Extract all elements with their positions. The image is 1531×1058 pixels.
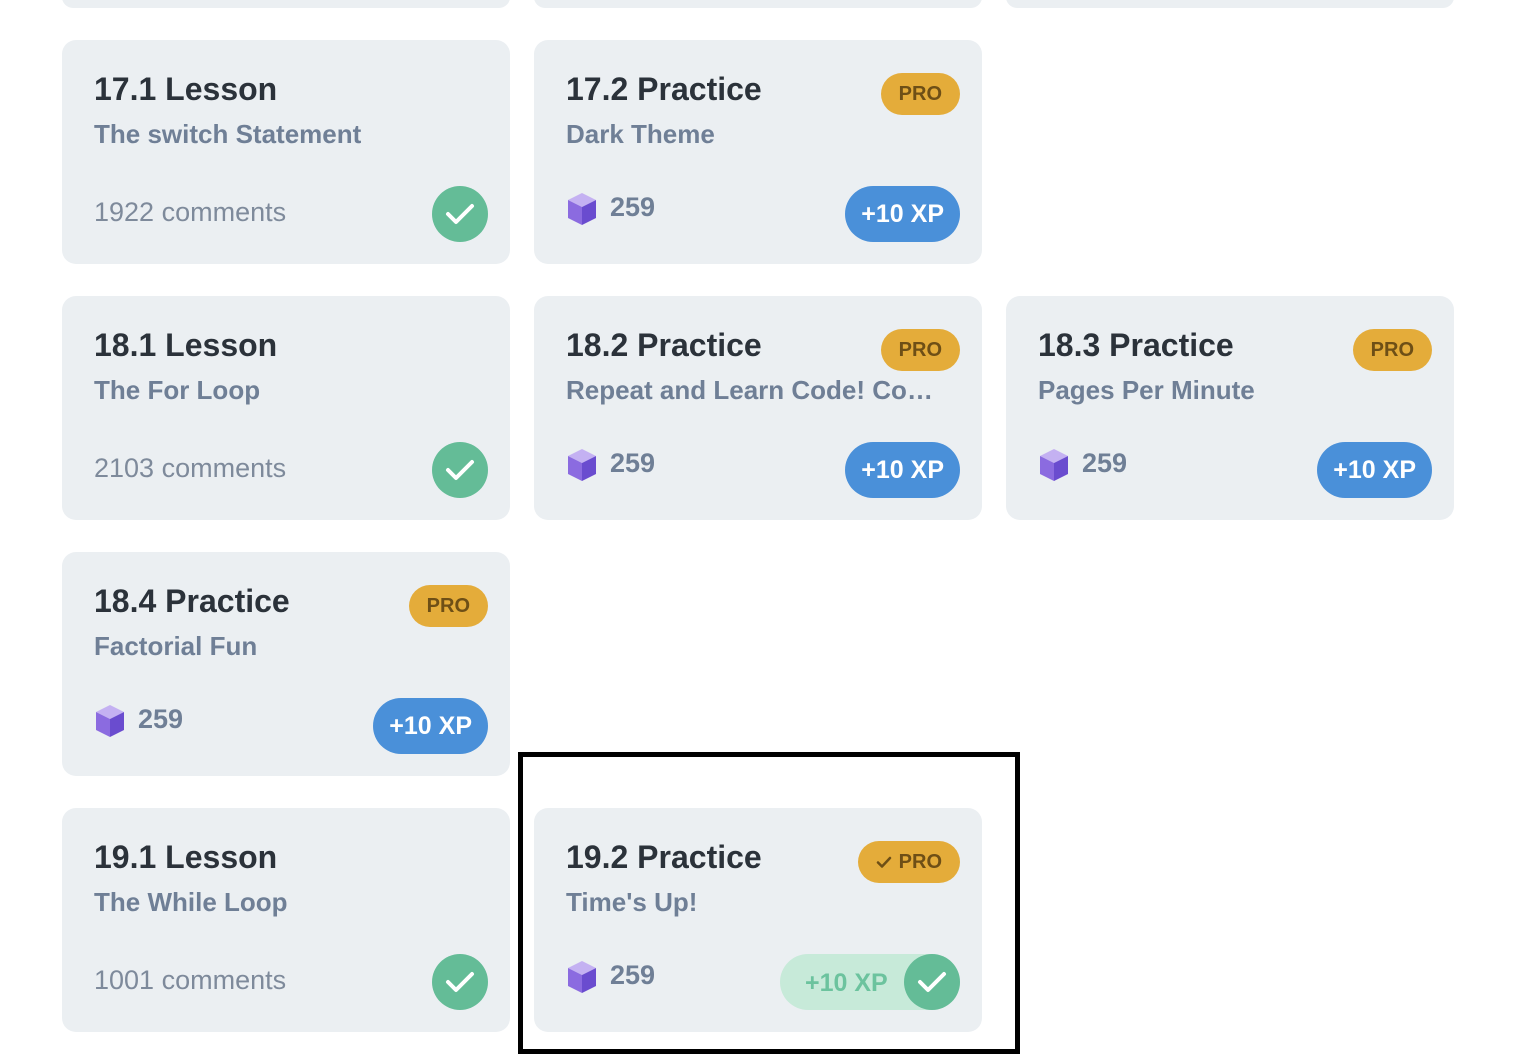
gem-count: 259 bbox=[1082, 448, 1128, 478]
pro-badge-label: PRO bbox=[898, 82, 942, 105]
gem-icon bbox=[1040, 449, 1068, 481]
card-title: 19.1 Lesson bbox=[94, 839, 278, 875]
pro-badge: PRO bbox=[880, 73, 960, 115]
card-subtitle: Repeat and Learn Code! Code!... bbox=[566, 375, 946, 405]
xp-badge: +10 XP bbox=[845, 186, 960, 242]
xp-badge: +10 XP bbox=[845, 442, 960, 498]
practice-card-18-4[interactable]: 18.4 Practice PRO Factorial Fun 259 +10 … bbox=[62, 552, 510, 776]
card-partial[interactable] bbox=[62, 0, 510, 8]
pro-badge-label: PRO bbox=[426, 594, 470, 617]
practice-card-17-2[interactable]: 17.2 Practice PRO Dark Theme 259 +10 XP bbox=[534, 40, 982, 264]
card-subtitle: The switch Statement bbox=[94, 119, 362, 149]
card-title: 18.3 Practice bbox=[1038, 327, 1234, 363]
card-title: 17.1 Lesson bbox=[94, 71, 278, 107]
card-title: 17.2 Practice bbox=[566, 71, 762, 107]
card-subtitle: Factorial Fun bbox=[94, 631, 258, 661]
practice-card-18-3[interactable]: 18.3 Practice PRO Pages Per Minute 259 +… bbox=[1006, 296, 1454, 520]
gem-count: 259 bbox=[610, 448, 656, 478]
selection-highlight-box bbox=[518, 752, 1020, 1054]
check-circle-icon bbox=[432, 186, 488, 242]
card-subtitle: The For Loop bbox=[94, 375, 261, 405]
gem-icon bbox=[568, 193, 596, 225]
xp-badge: +10 XP bbox=[1317, 442, 1432, 498]
card-subtitle: Dark Theme bbox=[566, 119, 715, 149]
pro-badge: PRO bbox=[408, 585, 488, 627]
gem-icon bbox=[96, 705, 124, 737]
pro-badge-label: PRO bbox=[1370, 338, 1414, 361]
comments-link[interactable]: 1922 comments bbox=[94, 197, 286, 228]
card-title: 18.2 Practice bbox=[566, 327, 762, 363]
gem-count: 259 bbox=[138, 704, 184, 734]
card-partial[interactable] bbox=[534, 0, 982, 8]
gem-count: 259 bbox=[610, 192, 656, 222]
check-circle-icon bbox=[432, 442, 488, 498]
practice-card-18-2[interactable]: 18.2 Practice PRO Repeat and Learn Code!… bbox=[534, 296, 982, 520]
comments-link[interactable]: 1001 comments bbox=[94, 965, 286, 996]
lesson-card-17-1[interactable]: 17.1 Lesson The switch Statement 1922 co… bbox=[62, 40, 510, 264]
lesson-card-19-1[interactable]: 19.1 Lesson The While Loop 1001 comments bbox=[62, 808, 510, 1032]
pro-badge-label: PRO bbox=[898, 338, 942, 361]
card-subtitle: Pages Per Minute bbox=[1038, 375, 1255, 405]
check-circle-icon bbox=[432, 954, 488, 1010]
xp-badge: +10 XP bbox=[373, 698, 488, 754]
card-subtitle: The While Loop bbox=[94, 887, 288, 917]
comments-link[interactable]: 2103 comments bbox=[94, 453, 286, 484]
card-title: 18.1 Lesson bbox=[94, 327, 278, 363]
pro-badge: PRO bbox=[880, 329, 960, 371]
gem-icon bbox=[568, 449, 596, 481]
pro-badge: PRO bbox=[1352, 329, 1432, 371]
card-partial[interactable] bbox=[1006, 0, 1454, 8]
lesson-card-18-1[interactable]: 18.1 Lesson The For Loop 2103 comments bbox=[62, 296, 510, 520]
card-title: 18.4 Practice bbox=[94, 583, 290, 619]
